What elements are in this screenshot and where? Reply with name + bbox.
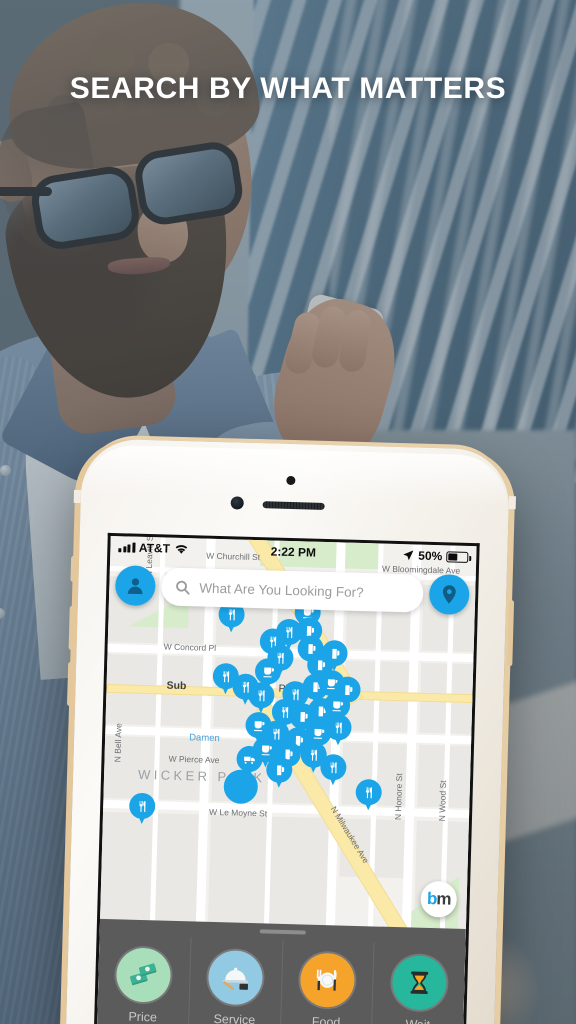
profile-avatar-icon <box>127 578 143 595</box>
map-label-street: N Honore St <box>392 773 405 821</box>
mute-switch[interactable] <box>70 555 77 583</box>
filter-wait[interactable]: Wait <box>372 942 466 1024</box>
search-input[interactable]: What Are You Looking For? <box>160 567 424 613</box>
map-pin-beer[interactable] <box>321 639 348 667</box>
filter-food[interactable]: Food <box>280 939 375 1024</box>
phone-mockup: W Churchill St W Bloomingdale Ave N Leav… <box>65 438 517 1024</box>
battery-icon <box>446 550 469 563</box>
antenna-band-left <box>73 489 82 504</box>
location-arrow-icon <box>403 550 414 561</box>
map-label-street: N Wood St <box>436 780 449 822</box>
map-pin-icon <box>442 585 456 604</box>
plate-icon <box>299 952 356 1008</box>
filter-label: Wait <box>405 1017 430 1024</box>
filter-label: Food <box>311 1014 341 1024</box>
map-label-street: W Le Moyne St <box>208 806 268 819</box>
my-location-button[interactable] <box>428 573 470 615</box>
hourglass-icon <box>391 955 447 1011</box>
headline: SEARCH BY WHAT MATTERS <box>69 72 507 105</box>
signal-bars-icon <box>118 542 136 553</box>
filter-bar: Price Service Food <box>96 918 466 1024</box>
phone-screen: W Churchill St W Bloomingdale Ave N Leav… <box>93 532 480 1024</box>
drag-handle[interactable] <box>259 929 306 935</box>
map-label-street: N Bell Ave <box>112 723 124 763</box>
profile-button[interactable] <box>114 565 156 607</box>
search-placeholder: What Are You Looking For? <box>199 579 364 600</box>
search-icon <box>176 580 190 595</box>
logo-m: m <box>436 889 451 909</box>
filter-list: Price Service Food <box>96 934 466 1024</box>
money-icon <box>116 947 172 1003</box>
filter-label: Service <box>213 1012 256 1024</box>
antenna-band-right <box>508 496 517 510</box>
filter-service[interactable]: Service <box>188 937 284 1024</box>
carrier-label: AT&T <box>138 540 171 556</box>
cloche-icon <box>207 949 264 1006</box>
filter-label: Price <box>128 1009 158 1024</box>
logo-b: b <box>426 888 437 909</box>
map-label-place: Sub <box>166 679 187 693</box>
wifi-icon <box>175 544 187 554</box>
map-label-street: W Pierce Ave <box>168 753 220 766</box>
map-label-street: W Concord Pl <box>163 641 217 653</box>
battery-percent-label: 50% <box>418 548 443 564</box>
map-label-place: Damen <box>188 732 220 745</box>
filter-price[interactable]: Price <box>96 934 192 1024</box>
